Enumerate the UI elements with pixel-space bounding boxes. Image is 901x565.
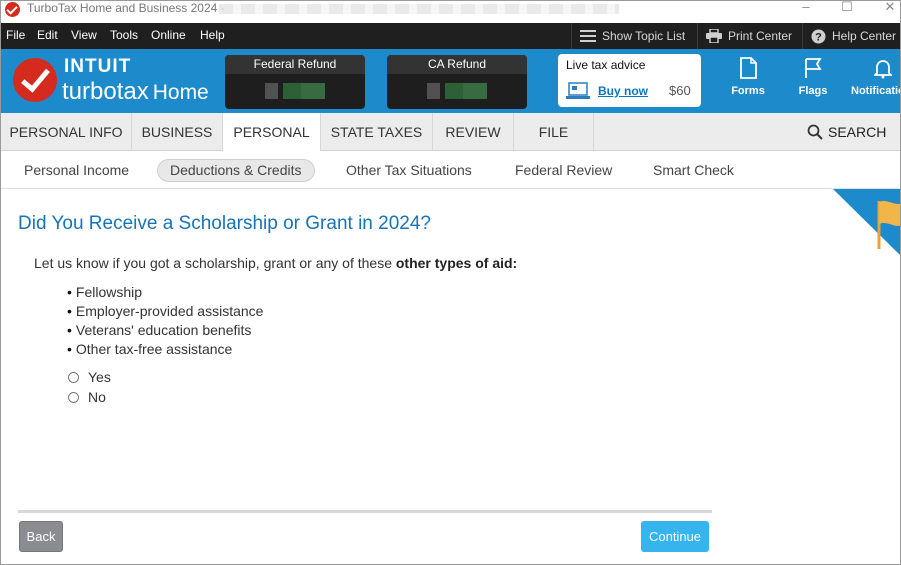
maximize-button[interactable]: ☐ [837, 1, 857, 15]
tab-file[interactable]: FILE [514, 113, 594, 151]
federal-refund-amount-redacted [265, 83, 325, 99]
federal-refund-label: Federal Refund [225, 55, 365, 74]
forms-label: Forms [731, 85, 765, 97]
yes-label: Yes [88, 369, 111, 385]
turbotax-app-icon [5, 2, 20, 17]
svg-text:?: ? [815, 31, 822, 43]
notifications-button[interactable]: Notifications [851, 57, 900, 97]
print-center-label: Print Center [728, 29, 793, 43]
aid-types-list: Fellowship Employer-provided assistance … [67, 283, 264, 359]
subtab-deductions-credits[interactable]: Deductions & Credits [157, 159, 315, 182]
tab-review[interactable]: REVIEW [433, 113, 514, 151]
subtab-other-tax-situations[interactable]: Other Tax Situations [346, 159, 472, 182]
intro-text-bold: other types of aid: [395, 255, 518, 271]
tab-state-taxes[interactable]: STATE TAXES [321, 113, 433, 151]
turbotax-window: TurboTax Home and Business 2024 - – ☐ ✕ … [0, 0, 901, 565]
flags-button[interactable]: Flags [783, 57, 843, 97]
list-item: Employer-provided assistance [67, 302, 264, 321]
turbotax-wordmark: turbotax [62, 78, 149, 105]
continue-button[interactable]: Continue [641, 521, 709, 552]
edition-wordmark: Home [152, 81, 209, 104]
no-label: No [88, 389, 106, 405]
menu-edit[interactable]: Edit [37, 28, 58, 42]
subtab-smart-check[interactable]: Smart Check [653, 159, 734, 182]
menu-tools[interactable]: Tools [110, 28, 138, 42]
menu-help[interactable]: Help [200, 28, 225, 42]
menu-view[interactable]: View [71, 28, 97, 42]
help-center-label: Help Center [832, 29, 897, 43]
show-topic-list-label: Show Topic List [602, 29, 686, 43]
search-button[interactable]: SEARCH [807, 124, 886, 140]
live-tax-advice-title: Live tax advice [566, 58, 646, 72]
brand-bar: INTUIT turbotax Home Federal Refund CA Re… [1, 49, 900, 113]
flags-label: Flags [798, 85, 828, 97]
close-button[interactable]: ✕ [880, 1, 900, 15]
document-icon [740, 57, 757, 79]
flag-icon [805, 58, 822, 78]
subtab-personal-income[interactable]: Personal Income [24, 159, 129, 182]
list-item: Other tax-free assistance [67, 340, 263, 359]
ca-refund-amount-redacted [427, 83, 487, 99]
footer-divider [18, 510, 712, 513]
minimize-button[interactable]: – [796, 1, 816, 15]
show-topic-list-button[interactable]: Show Topic List [571, 23, 693, 49]
advice-price: $60 [669, 83, 691, 98]
list-icon [580, 30, 596, 42]
notifications-label: Notifications [851, 85, 900, 97]
tab-personal[interactable]: PERSONAL [223, 113, 321, 152]
list-item: Veterans' education benefits [67, 321, 263, 340]
radio-option-yes[interactable]: Yes [68, 368, 111, 386]
buy-now-link[interactable]: Buy now [598, 84, 648, 98]
tab-business[interactable]: BUSINESS [132, 113, 223, 151]
window-title: TurboTax Home and Business 2024 - [27, 1, 225, 15]
search-icon [807, 124, 823, 140]
laptop-icon [566, 82, 590, 99]
radio-option-no[interactable]: No [68, 388, 106, 406]
intro-text: Let us know if you got a scholarship, gr… [34, 255, 517, 271]
corner-flag-icon [833, 189, 900, 256]
intuit-logo-text: INTUIT [64, 56, 132, 77]
redacted-title-text [219, 4, 619, 14]
printer-icon [706, 29, 722, 43]
ca-refund-label: CA Refund [387, 55, 527, 74]
bell-icon [874, 60, 892, 79]
turbotax-check-logo-icon [13, 58, 57, 102]
list-item: Fellowship [67, 283, 263, 302]
federal-refund-meter[interactable]: Federal Refund [225, 55, 365, 109]
menu-online[interactable]: Online [151, 28, 186, 42]
intro-text-plain: Let us know if you got a scholarship, gr… [34, 255, 396, 271]
yes-radio-button[interactable] [68, 371, 79, 383]
main-tab-bar: PERSONAL INFO BUSINESS PERSONAL STATE TA… [1, 113, 900, 152]
help-icon: ? [811, 29, 826, 43]
menu-bar: File Edit View Tools Online Help Show To… [1, 23, 900, 49]
live-tax-advice-panel: Live tax advice Buy now $60 [558, 54, 701, 107]
print-center-button[interactable]: Print Center [697, 23, 801, 49]
title-bar: TurboTax Home and Business 2024 - – ☐ ✕ [1, 1, 900, 23]
sub-tab-bar: Personal Income Deductions & Credits Oth… [1, 151, 900, 189]
back-button[interactable]: Back [19, 521, 63, 552]
help-center-button[interactable]: ? Help Center [802, 23, 900, 49]
search-label: SEARCH [828, 124, 887, 140]
menu-file[interactable]: File [6, 28, 25, 42]
no-radio-button[interactable] [68, 391, 79, 403]
page-title: Did You Receive a Scholarship or Grant i… [18, 213, 431, 234]
subtab-federal-review[interactable]: Federal Review [515, 159, 612, 182]
tab-personal-info[interactable]: PERSONAL INFO [1, 113, 132, 151]
turbotax-logo-text: turbotax Home [62, 78, 209, 106]
ca-refund-meter[interactable]: CA Refund [387, 55, 527, 109]
forms-button[interactable]: Forms [718, 57, 778, 97]
